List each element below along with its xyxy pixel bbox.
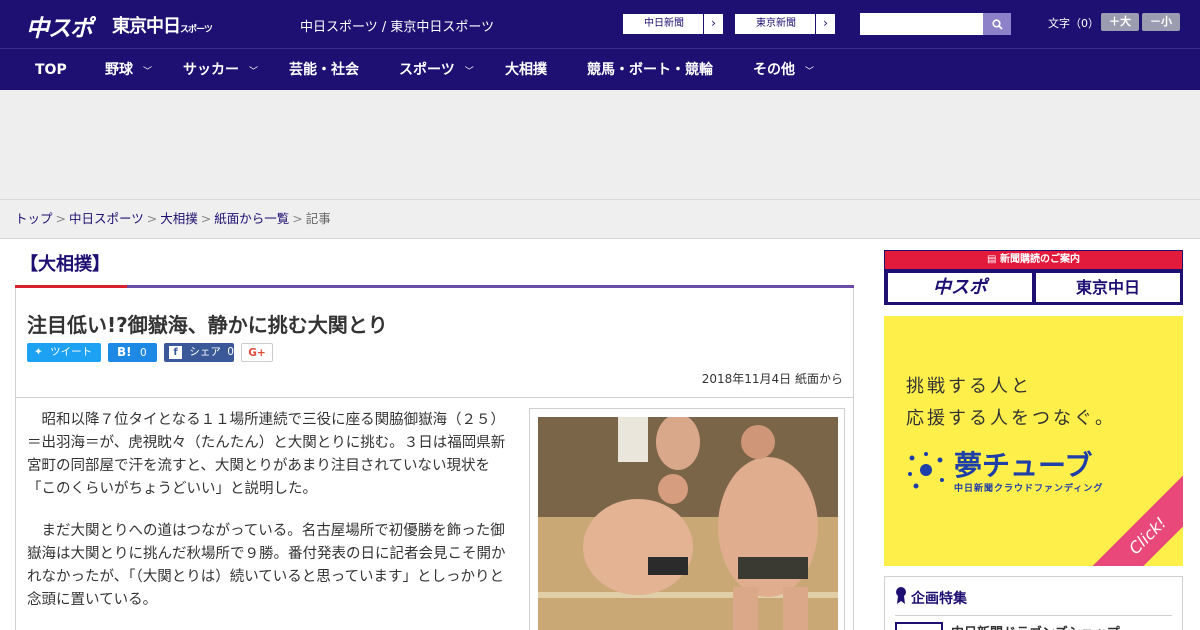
nav-label: サッカー — [183, 62, 239, 78]
breadcrumb-separator: > — [146, 211, 158, 226]
hatena-icon: B! — [117, 345, 132, 359]
article-body: 昭和以降７位タイとなる１１場所連続で三役に座る関脇御嶽海（２５）＝出羽海＝が、虎… — [15, 398, 854, 630]
ad-line-1: 挑戦する人と — [906, 376, 1032, 397]
chuspo-logo[interactable]: 中スポ — [26, 9, 93, 43]
breadcrumb-link-sumo[interactable]: 大相撲 — [160, 211, 198, 226]
subscription-title: ▤ 新聞購読のご案内 — [885, 251, 1182, 269]
tokyo-logo-sub: スポーツ — [180, 25, 213, 35]
paper-link-label: 中日新聞 — [644, 18, 684, 29]
subscription-title-text: 新聞購読のご案内 — [999, 254, 1080, 265]
font-smaller-button[interactable]: －小 — [1142, 13, 1180, 31]
special-feature-title: 企画特集 — [911, 591, 967, 607]
search-icon — [991, 18, 1003, 30]
article-paragraph: まだ大関とりへの道はつながっている。名古屋場所で初優勝を飾った御嶽海は大関とりに… — [27, 523, 506, 608]
yume-tube-subtitle: 中日新聞クラウドファンディング — [954, 484, 1104, 494]
facebook-icon: f — [169, 346, 182, 359]
chevron-down-icon: ﹀ — [464, 67, 474, 77]
font-larger-button[interactable]: ＋大 — [1101, 13, 1139, 31]
article-paragraph: 昭和以降７位タイとなる１１場所連続で三役に座る関脇御嶽海（２５）＝出羽海＝が、虎… — [27, 412, 506, 497]
facebook-share-label: シェア — [189, 346, 221, 358]
crowdfunding-ad[interactable]: 挑戦する人と 応援する人をつなぐ。 夢チューブ 中日新聞クラウドファンディング … — [884, 316, 1183, 566]
article-headline: 注目低い!?御嶽海、静かに挑む大関とり — [27, 313, 388, 337]
subscription-box: ▤ 新聞購読のご案内 中スポ 東京中日 — [884, 250, 1183, 305]
breadcrumb-current: 記事 — [305, 211, 331, 226]
breadcrumb-link-top[interactable]: トップ — [15, 211, 53, 226]
article-date: 2018年11月4日 紙面から — [701, 372, 843, 386]
nav-label: その他 — [753, 62, 795, 78]
hatena-count: 0 — [139, 347, 147, 359]
tokyo-chunichi-logo[interactable]: 東京中日スポーツ — [112, 12, 213, 38]
shop-thumbnail — [895, 622, 943, 630]
sparkle-dots-icon — [908, 452, 944, 489]
newspaper-icon: ▤ — [987, 254, 997, 265]
chevron-down-icon: ﹀ — [249, 67, 259, 77]
chevron-down-icon: ﹀ — [143, 67, 153, 77]
nav-label: スポーツ — [399, 62, 455, 78]
nav-label: TOP — [35, 62, 67, 78]
facebook-share-button[interactable]: f シェア 0 — [164, 343, 234, 362]
twitter-icon: ✦ — [34, 346, 43, 358]
tokyo-logo-text: 東京中日 — [112, 16, 181, 37]
yume-tube-logo: 夢チューブ — [954, 449, 1093, 482]
special-feature-item[interactable]: 中日新聞ドラゴンズショップ — [895, 615, 1172, 630]
sumo-photo-illustration — [538, 417, 838, 630]
nav-item-sports[interactable]: スポーツ ﹀ — [399, 49, 474, 91]
nav-item-baseball[interactable]: 野球 ﹀ — [105, 49, 152, 91]
paper-link-label: 東京新聞 — [756, 18, 796, 29]
special-feature-item-label: 中日新聞ドラゴンズショップ — [951, 622, 1120, 630]
tweet-label: ツイート — [50, 346, 93, 358]
nav-item-soccer[interactable]: サッカー ﹀ — [183, 49, 258, 91]
nav-label: 芸能・社会 — [289, 62, 359, 78]
header: 中スポ 東京中日スポーツ 中日スポーツ / 東京中日スポーツ 中日新聞 › 東京… — [0, 0, 1200, 48]
facebook-count: 0 — [227, 346, 234, 358]
nav-item-entertainment[interactable]: 芸能・社会 — [289, 49, 359, 91]
article-header: 注目低い!?御嶽海、静かに挑む大関とり ✦ ツイート B! 0 f シェア 0 … — [15, 288, 854, 398]
main-nav: TOP 野球 ﹀ サッカー ﹀ 芸能・社会 スポーツ ﹀ 大相撲 競馬・ボート・競輪 … — [0, 48, 1200, 90]
breadcrumb: トップ > 中日スポーツ > 大相撲 > 紙面から一覧 > 記事 — [0, 200, 1200, 239]
tokyo-shimbun-link[interactable]: 東京新聞 › — [734, 13, 836, 35]
tweet-button[interactable]: ✦ ツイート — [27, 343, 101, 362]
chevron-right-icon: › — [815, 14, 835, 34]
breadcrumb-link-list[interactable]: 紙面から一覧 — [214, 211, 289, 226]
search-button[interactable] — [983, 13, 1011, 35]
breadcrumb-separator: > — [292, 211, 303, 226]
article-photo[interactable] — [538, 417, 838, 630]
chunichi-shimbun-link[interactable]: 中日新聞 › — [622, 13, 724, 35]
special-feature-box: 企画特集 中日新聞ドラゴンズショップ — [884, 576, 1183, 630]
gplus-icon: G+ — [248, 347, 266, 359]
gplus-button[interactable]: G+ — [241, 343, 273, 362]
breadcrumb-separator: > — [200, 211, 212, 226]
ad-line-2: 応援する人をつなぐ。 — [906, 408, 1116, 429]
hatena-bookmark-button[interactable]: B! 0 — [108, 343, 157, 362]
chevron-down-icon: ﹀ — [805, 67, 815, 77]
subscribe-tokyo-chunichi-link[interactable]: 東京中日 — [1036, 273, 1180, 302]
breadcrumb-link-chunichi-sports[interactable]: 中日スポーツ — [69, 211, 144, 226]
ribbon-badge-icon — [896, 587, 906, 604]
nav-item-sumo[interactable]: 大相撲 — [505, 49, 547, 91]
nav-item-racing[interactable]: 競馬・ボート・競輪 — [587, 49, 713, 91]
article-photo-frame — [529, 408, 845, 630]
nav-label: 野球 — [105, 62, 133, 78]
banner-ad-area — [0, 90, 1200, 200]
chevron-right-icon: › — [703, 14, 723, 34]
nav-item-other[interactable]: その他 ﹀ — [753, 49, 814, 91]
nav-label: 大相撲 — [505, 62, 547, 78]
breadcrumb-separator: > — [55, 211, 66, 226]
nav-label: 競馬・ボート・競輪 — [587, 62, 713, 78]
font-size-label: 文字（0） — [1048, 17, 1099, 30]
category-heading: 【大相撲】 — [20, 254, 110, 275]
site-title: 中日スポーツ / 東京中日スポーツ — [300, 20, 495, 35]
subscribe-chuspo-link[interactable]: 中スポ — [888, 273, 1032, 302]
nav-item-top[interactable]: TOP — [35, 49, 67, 91]
search-input[interactable] — [860, 13, 983, 35]
